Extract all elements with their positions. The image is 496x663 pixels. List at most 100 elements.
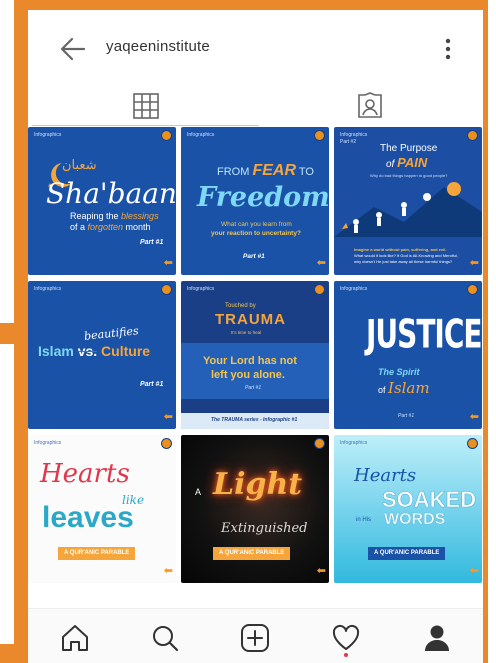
arrow-left-icon: ⬅ bbox=[469, 411, 479, 423]
post-title: Islam vs. Culture bbox=[38, 343, 151, 359]
heart-icon bbox=[332, 624, 360, 650]
post-tag: Infographics bbox=[340, 132, 368, 138]
channel-badge bbox=[467, 438, 478, 449]
arrow-left-icon: ⬅ bbox=[163, 411, 173, 423]
background-page-edge-left bbox=[0, 0, 14, 323]
post-title-2: SOAKED bbox=[382, 487, 477, 513]
phone-screen: yaqeeninstitute Infographics شعبان Sha'b… bbox=[28, 10, 483, 663]
post-ribbon: A QUR'ANIC PARABLE bbox=[368, 547, 446, 560]
channel-badge bbox=[467, 284, 478, 295]
post-thumbnail[interactable]: Infographics شعبان Sha'baan Reaping the … bbox=[28, 127, 176, 275]
post-part: Part #1 bbox=[140, 239, 164, 246]
post-thumbnail[interactable]: Infographics Touched by TRAUMA It's time… bbox=[181, 281, 329, 429]
background-page-edge-left-lower bbox=[0, 344, 14, 644]
post-tag: Infographics bbox=[34, 440, 62, 446]
post-title: Freedom bbox=[197, 182, 329, 213]
tab-tagged[interactable] bbox=[256, 86, 483, 126]
grid-icon bbox=[132, 92, 159, 119]
channel-badge bbox=[467, 130, 478, 141]
post-tag: Infographics bbox=[34, 286, 62, 292]
post-sub: The Spirit bbox=[378, 367, 420, 377]
post-line1: FROM FEAR TO bbox=[217, 162, 314, 179]
post-title: TRAUMA bbox=[215, 311, 286, 328]
channel-badge bbox=[314, 284, 325, 295]
post-title-2: of PAIN bbox=[386, 155, 428, 170]
post-thumbnail[interactable]: Infographics Hearts SOAKED in His WORDS … bbox=[334, 435, 482, 583]
channel-badge bbox=[314, 130, 325, 141]
post-pre: Touched by bbox=[225, 303, 256, 309]
nav-home-button[interactable] bbox=[58, 621, 92, 655]
channel-badge bbox=[161, 130, 172, 141]
post-title: Light bbox=[213, 467, 303, 502]
tagged-portrait-icon bbox=[357, 92, 382, 118]
post-tag: Infographics bbox=[187, 286, 215, 292]
notification-dot bbox=[344, 653, 348, 657]
profile-tabs bbox=[28, 86, 483, 126]
nav-activity-button[interactable] bbox=[329, 621, 363, 655]
post-title: Hearts bbox=[40, 459, 130, 489]
post-question: What can you learn from bbox=[221, 221, 292, 228]
post-ribbon: A QUR'ANIC PARABLE bbox=[58, 547, 136, 560]
post-title-4: WORDS bbox=[384, 511, 446, 529]
post-tag: Infographics bbox=[34, 132, 62, 138]
add-post-icon bbox=[241, 624, 269, 652]
post-script-text: beautifies bbox=[83, 324, 140, 343]
mountain-climbers-illustration bbox=[334, 182, 482, 237]
post-part: Part #1 bbox=[140, 381, 164, 388]
post-footnote-2: What would it look like? If God is All-K… bbox=[354, 253, 458, 258]
channel-badge bbox=[161, 284, 172, 295]
post-footnote-3: why doesn't He just take away all these … bbox=[354, 259, 453, 264]
search-icon bbox=[153, 626, 179, 652]
post-part: Part #1 bbox=[398, 413, 415, 419]
arrow-left-icon: ⬅ bbox=[469, 565, 479, 577]
arrow-left-icon: ⬅ bbox=[163, 257, 173, 269]
post-subtag: Part #2 bbox=[340, 139, 357, 145]
nav-add-post-button[interactable] bbox=[238, 621, 272, 655]
post-title-3: in His bbox=[356, 517, 372, 523]
post-sub: It's time to heal bbox=[231, 330, 262, 335]
post-thumbnail[interactable]: Infographics JUSTICE The Spirit of Islam… bbox=[334, 281, 482, 429]
post-series: The TRAUMA series - Infographic #1 bbox=[211, 417, 298, 423]
more-options-button[interactable] bbox=[438, 32, 458, 66]
post-thumbnail[interactable]: Infographics Hearts like leaves A QUR'AN… bbox=[28, 435, 176, 583]
arabic-script-text: شعبان bbox=[62, 157, 97, 172]
post-message-2: left you alone. bbox=[211, 369, 285, 381]
post-thumbnail[interactable]: Infographics FROM FEAR TO Freedom What c… bbox=[181, 127, 329, 275]
post-title: Hearts bbox=[354, 465, 417, 486]
profile-icon bbox=[425, 625, 449, 651]
background-page-edge-right bbox=[488, 0, 496, 663]
profile-username: yaqeeninstitute bbox=[106, 38, 210, 55]
post-thumbnail[interactable]: Infographics Part #2 The Purpose of PAIN… bbox=[334, 127, 482, 275]
post-title: The Purpose bbox=[380, 143, 438, 154]
more-vertical-icon bbox=[445, 38, 451, 60]
nav-search-button[interactable] bbox=[148, 621, 182, 655]
channel-badge bbox=[161, 438, 172, 449]
post-title-3: leaves bbox=[42, 501, 134, 534]
bottom-navigation bbox=[28, 608, 483, 663]
post-pre: A bbox=[195, 487, 202, 497]
post-question-2: your reaction to uncertainty? bbox=[211, 230, 301, 237]
post-message: Your Lord has not bbox=[203, 355, 297, 367]
post-ribbon: A QUR'ANIC PARABLE bbox=[213, 547, 291, 560]
back-button[interactable] bbox=[58, 34, 88, 64]
posts-grid: Infographics شعبان Sha'baan Reaping the … bbox=[28, 127, 483, 587]
post-tag: Infographics bbox=[187, 132, 215, 138]
arrow-left-icon: ⬅ bbox=[316, 565, 326, 577]
post-part: Part #1 bbox=[243, 253, 265, 260]
post-title: JUSTICE bbox=[366, 311, 482, 358]
arrow-left-icon bbox=[60, 37, 86, 61]
channel-badge bbox=[314, 438, 325, 449]
arrow-left-icon: ⬅ bbox=[163, 565, 173, 577]
post-tag: Infographics bbox=[340, 440, 368, 446]
profile-header: yaqeeninstitute bbox=[28, 10, 483, 82]
post-footnote: Imagine a world without pain, suffering,… bbox=[354, 247, 447, 252]
tab-posts-grid[interactable] bbox=[32, 86, 259, 126]
post-tag: Infographics bbox=[340, 286, 368, 292]
post-thumbnail[interactable]: A Light Extinguished A QUR'ANIC PARABLE … bbox=[181, 435, 329, 583]
post-sub-2: of Islam bbox=[378, 379, 430, 397]
home-icon bbox=[62, 625, 88, 651]
post-thumbnail[interactable]: Infographics beautifies Islam vs. Cultur… bbox=[28, 281, 176, 429]
post-title: Sha'baan bbox=[46, 177, 176, 210]
nav-profile-button[interactable] bbox=[420, 621, 454, 655]
arrow-left-icon: ⬅ bbox=[316, 257, 326, 269]
